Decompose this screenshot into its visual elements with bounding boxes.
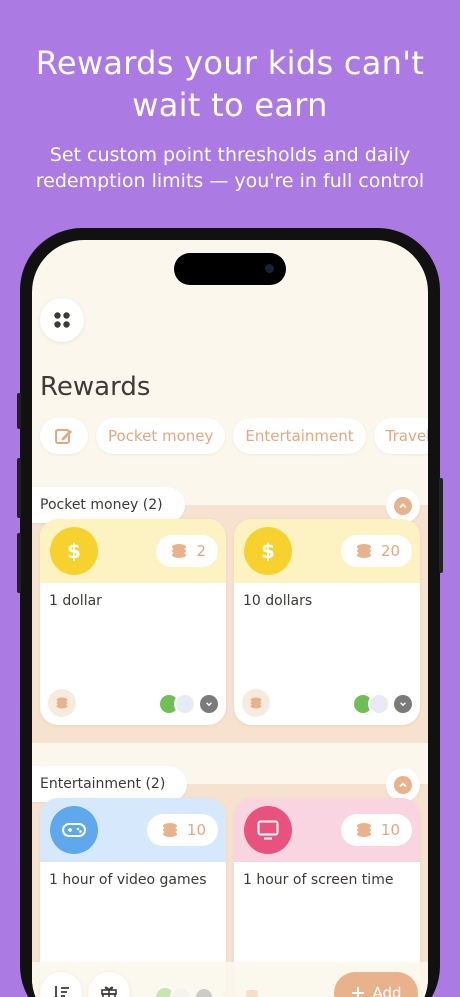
volume-down-button (17, 533, 21, 593)
card-header: 10 (234, 798, 420, 862)
sort-button[interactable] (40, 972, 82, 997)
gift-icon (101, 986, 117, 997)
chevron-up-icon (399, 503, 407, 509)
app-screen: Rewards Pocket money Entertainment Trave… (32, 240, 428, 997)
page-title: Rewards (40, 372, 151, 402)
card-header: $ 20 (234, 519, 420, 583)
edit-icon (55, 429, 72, 444)
section-label: Pocket money (2) (40, 497, 163, 513)
reward-card[interactable]: $ 20 10 dollars (234, 519, 420, 725)
action-button (17, 393, 21, 429)
coins-icon (356, 544, 371, 558)
section-label: Entertainment (2) (40, 776, 166, 792)
headline-line-2: wait to earn (132, 86, 328, 124)
sort-icon (53, 986, 69, 997)
points-value: 2 (196, 542, 206, 560)
apps-icon (54, 312, 70, 328)
points-badge: 2 (156, 535, 218, 567)
faded-avatars (154, 986, 212, 997)
bottom-toolbar: Add (32, 962, 428, 997)
assigned-kids[interactable] (158, 693, 218, 715)
coins-icon (172, 544, 187, 558)
add-reward-button[interactable]: Add (334, 972, 418, 997)
coins-icon (162, 823, 177, 837)
points-badge: 10 (340, 814, 412, 846)
dollar-icon: $ (50, 527, 98, 575)
phone-frame: Rewards Pocket money Entertainment Trave… (17, 228, 443, 997)
collapse-pocket-money-button[interactable] (386, 489, 420, 523)
menu-button[interactable] (40, 298, 84, 342)
coins-icon (244, 988, 260, 997)
reward-card[interactable]: $ 2 1 dollar (40, 519, 226, 725)
gamepad-icon (50, 806, 98, 854)
reward-name: 1 hour of screen time (243, 872, 394, 888)
points-value: 10 (186, 821, 206, 839)
points-value: 10 (380, 821, 400, 839)
coins-icon (48, 689, 76, 717)
coins-icon (356, 823, 371, 837)
plus-icon (352, 987, 365, 997)
chevron-up-icon (399, 782, 407, 788)
chip-pocket-money[interactable]: Pocket money (96, 418, 226, 454)
chevron-down-icon (200, 695, 218, 713)
subheadline-line-2: redemption limits — you're in full contr… (35, 170, 425, 192)
reward-name: 10 dollars (243, 593, 313, 609)
gift-button[interactable] (88, 972, 130, 997)
section-header-pocket-money[interactable]: Pocket money (2) (32, 487, 185, 523)
card-header: $ 2 (40, 519, 226, 583)
avatar (174, 693, 196, 715)
dynamic-island (174, 253, 286, 285)
coins-icon (242, 689, 270, 717)
category-chips: Pocket money Entertainment Travel (40, 418, 428, 454)
power-button (439, 478, 443, 573)
section-header-entertainment[interactable]: Entertainment (2) (32, 766, 188, 802)
subheadline-line-1: Set custom point thresholds and daily (49, 144, 411, 166)
points-badge: 20 (340, 535, 412, 567)
points-badge: 10 (146, 814, 218, 846)
edit-categories-button[interactable] (40, 418, 88, 454)
subheadline: Set custom point thresholds and daily re… (0, 142, 460, 194)
chip-travel[interactable]: Travel (373, 418, 428, 454)
points-value: 20 (380, 542, 400, 560)
chip-entertainment[interactable]: Entertainment (233, 418, 366, 454)
reward-name: 1 hour of video games (49, 872, 207, 888)
avatar (368, 693, 390, 715)
dollar-icon: $ (244, 527, 292, 575)
tv-icon (244, 806, 292, 854)
volume-up-button (17, 458, 21, 518)
add-label: Add (372, 984, 402, 997)
assigned-kids[interactable] (352, 693, 412, 715)
headline-line-1: Rewards your kids can't (35, 44, 425, 82)
reward-name: 1 dollar (49, 593, 102, 609)
chevron-down-icon (394, 695, 412, 713)
collapse-entertainment-button[interactable] (386, 768, 420, 802)
card-header: 10 (40, 798, 226, 862)
headline: Rewards your kids can't wait to earn (0, 42, 460, 126)
